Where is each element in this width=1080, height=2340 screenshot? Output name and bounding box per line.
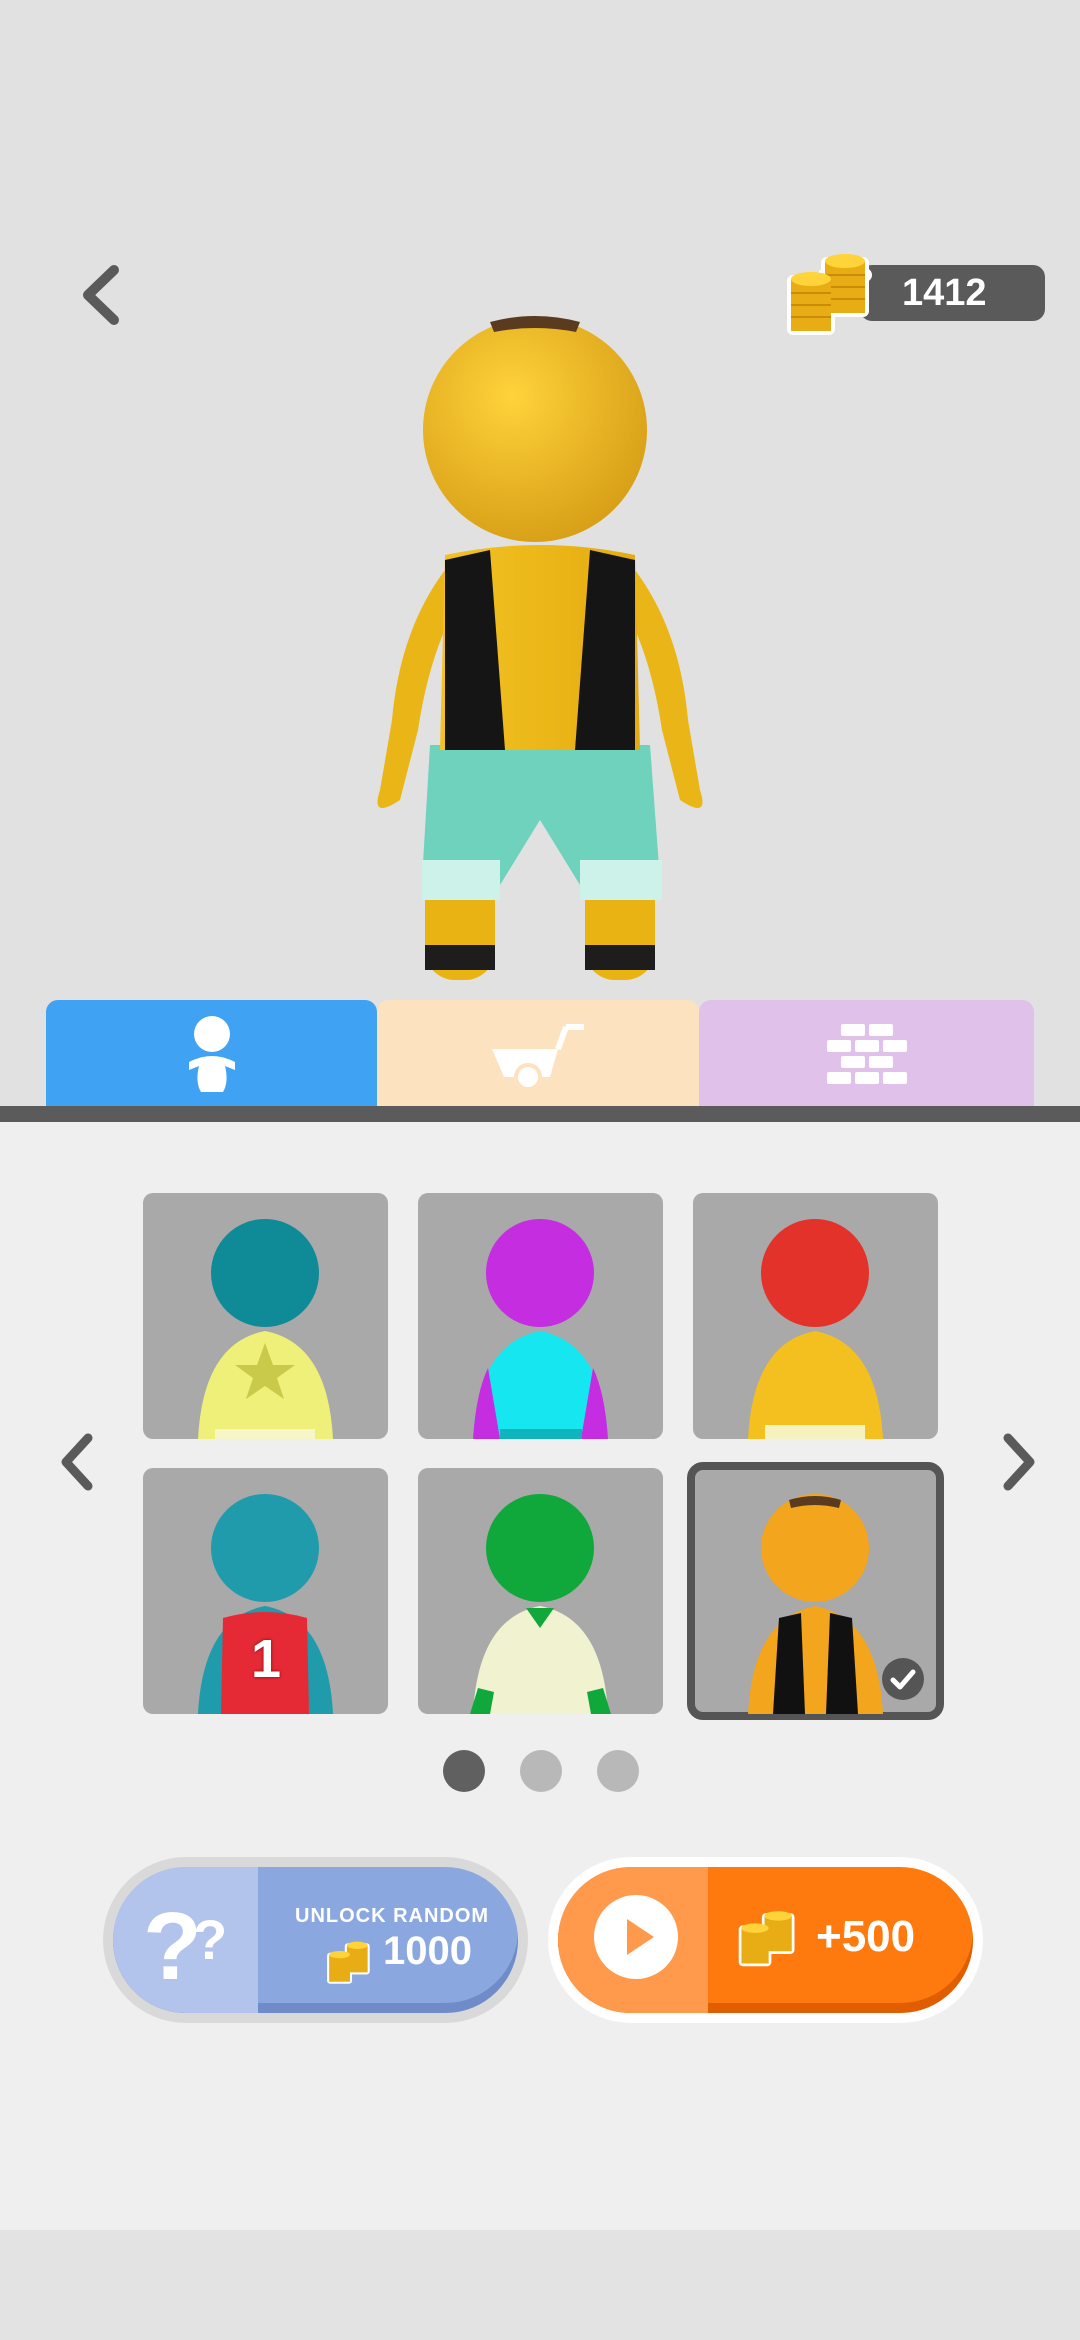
tab-underline-bar	[0, 1106, 1080, 1122]
category-tabs	[46, 1000, 1034, 1108]
unlock-random-label: UNLOCK RANDOM	[295, 1905, 490, 1927]
character-preview-scene: 1412	[0, 0, 1080, 1110]
selected-check-icon	[882, 1658, 924, 1700]
tab-carts[interactable]	[377, 1000, 699, 1108]
coin-stack-icon	[787, 254, 872, 335]
page-dot-1[interactable]	[443, 1750, 485, 1792]
play-icon	[594, 1895, 678, 1979]
ad-reward-amount: +500	[816, 1912, 916, 1961]
skin-thumbnail	[473, 1219, 608, 1439]
person-icon	[188, 1016, 235, 1092]
question-marks-icon: ? ?	[143, 1893, 227, 2000]
watch-ad-reward-button[interactable]: +500	[548, 1857, 983, 2023]
jersey-number: 1	[250, 1629, 282, 1689]
skin-grid: 1	[143, 1193, 944, 1720]
tab-walls[interactable]	[699, 1000, 1034, 1108]
back-arrow-icon[interactable]	[70, 260, 140, 330]
skin-card[interactable]	[693, 1193, 938, 1439]
svg-text:?: ?	[193, 1908, 227, 1971]
page-dot-3[interactable]	[597, 1750, 639, 1792]
skin-thumbnail	[748, 1219, 883, 1439]
skin-card-selected[interactable]	[687, 1462, 944, 1720]
skin-card[interactable]: 1	[143, 1468, 388, 1714]
skin-thumbnail	[198, 1219, 333, 1439]
tab-characters[interactable]	[46, 1000, 377, 1108]
bottom-strip	[0, 2230, 1080, 2340]
bricks-icon	[826, 1024, 907, 1084]
cart-icon	[492, 1024, 584, 1089]
page-dot-2[interactable]	[520, 1750, 562, 1792]
skin-card[interactable]	[143, 1193, 388, 1439]
coin-count: 1412	[902, 272, 987, 314]
character-model	[377, 316, 703, 980]
next-page-arrow-icon[interactable]	[988, 1422, 1048, 1502]
page-indicator	[440, 1750, 640, 1794]
unlock-random-button[interactable]: ? ? UNLOCK RANDOM 1000	[103, 1857, 528, 2023]
skin-card[interactable]	[418, 1468, 663, 1714]
coin-stack-icon	[327, 1941, 370, 1984]
prev-page-arrow-icon[interactable]	[48, 1422, 108, 1502]
skin-card[interactable]	[418, 1193, 663, 1439]
skin-thumbnail	[470, 1494, 611, 1714]
coin-stack-icon	[738, 1911, 795, 1967]
unlock-price: 1000	[383, 1929, 472, 1973]
